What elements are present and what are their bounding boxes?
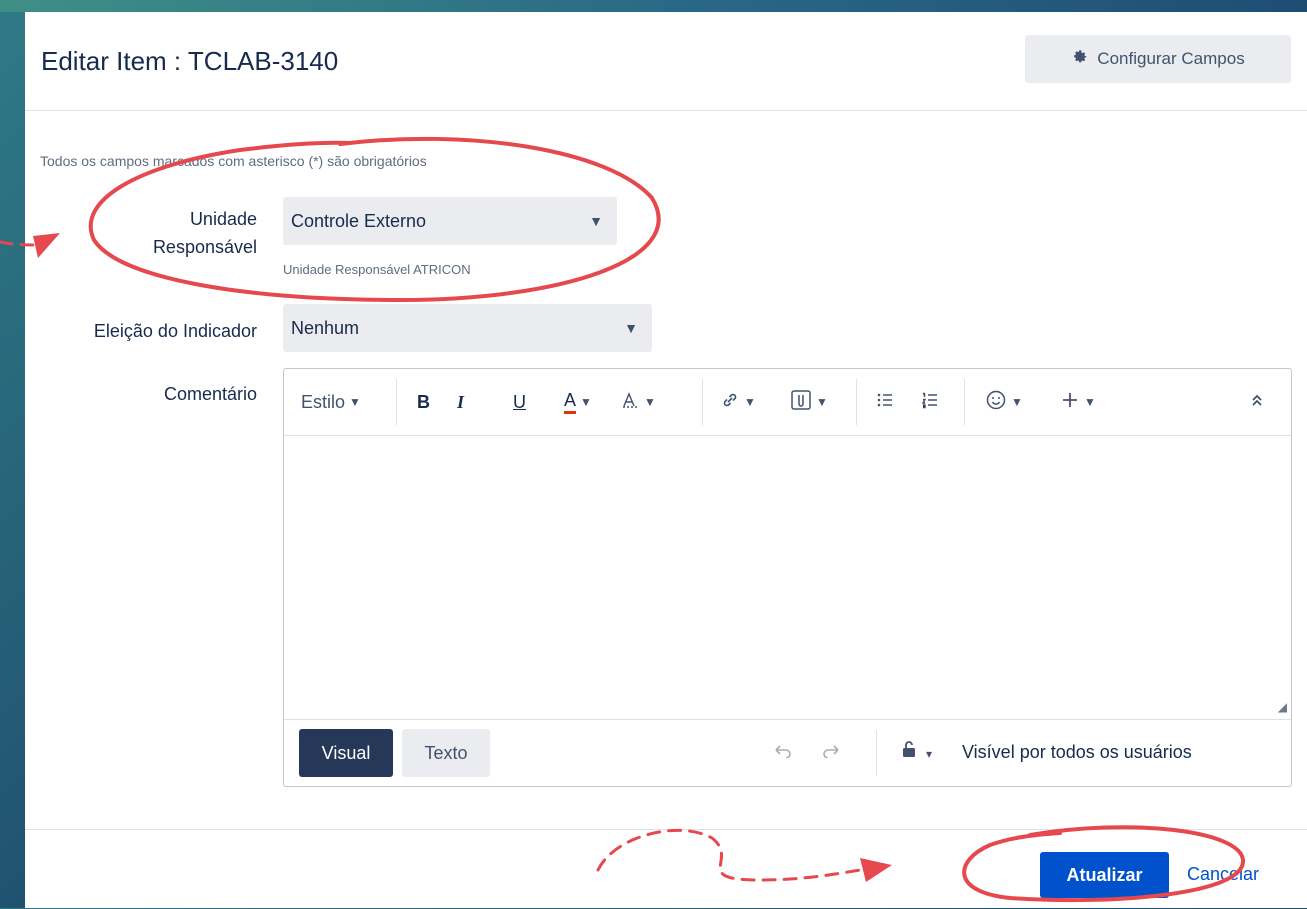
visibility-label: Visível por todos os usuários xyxy=(962,742,1192,762)
unidade-label-line2: Responsável xyxy=(152,237,257,257)
bullet-list-button[interactable] xyxy=(875,389,895,415)
chevron-down-icon: ▼ xyxy=(580,395,592,409)
numbered-list-button[interactable] xyxy=(920,389,940,415)
eleicao-label: Eleição do Indicador xyxy=(93,321,257,341)
chevron-double-up-icon xyxy=(1249,392,1265,413)
collapse-toolbar-button[interactable] xyxy=(1249,389,1265,415)
configure-fields-button[interactable]: Configurar Campos xyxy=(1025,35,1291,83)
underline-button[interactable]: U xyxy=(513,389,526,415)
undo-icon[interactable] xyxy=(774,742,792,763)
visual-mode-button[interactable]: Visual xyxy=(299,729,393,777)
dialog-title: Editar Item : TCLAB-3140 xyxy=(41,46,339,76)
background-banner xyxy=(0,0,1307,12)
style-dropdown[interactable]: Estilo ▼ xyxy=(301,389,361,415)
unidade-select[interactable]: Controle Externo ▼ xyxy=(283,197,617,245)
numbered-list-icon xyxy=(920,390,940,415)
configure-fields-label: Configurar Campos xyxy=(1097,49,1245,68)
dialog-footer: Atualizar Cancelar xyxy=(25,829,1307,909)
plus-icon xyxy=(1060,390,1080,415)
insert-more-dropdown[interactable]: ▼ xyxy=(1060,389,1096,415)
footer-divider xyxy=(876,730,877,776)
eleicao-select[interactable]: Nenhum ▼ xyxy=(283,304,652,352)
unidade-description: Unidade Responsável ATRICON xyxy=(283,262,471,277)
toolbar-divider xyxy=(702,379,703,425)
resize-handle-icon[interactable]: ◢ xyxy=(1278,700,1287,714)
chevron-down-icon: ▼ xyxy=(744,395,756,409)
chevron-down-icon: ▼ xyxy=(816,395,828,409)
emoji-icon xyxy=(985,389,1007,416)
gear-icon xyxy=(1071,48,1089,71)
text-color-button[interactable]: A ▼ xyxy=(564,389,592,415)
attachment-dropdown[interactable]: ▼ xyxy=(790,389,828,415)
toolbar-divider xyxy=(396,379,397,425)
text-format-dropdown[interactable]: ▼ xyxy=(620,389,656,415)
cancel-link[interactable]: Cancelar xyxy=(1187,864,1259,885)
unidade-label: Unidade Responsável xyxy=(105,205,257,261)
comment-editor: Estilo ▼ B I U A ▼ ▼ ▼ ▼ ▼ ▼ ◢ Visual Te… xyxy=(283,368,1292,787)
chevron-down-icon: ▾ xyxy=(926,747,933,761)
clear-format-icon xyxy=(620,390,640,415)
update-button[interactable]: Atualizar xyxy=(1040,852,1169,898)
dialog-header: Editar Item : TCLAB-3140 Configurar Camp… xyxy=(25,12,1307,111)
unidade-select-value: Controle Externo xyxy=(291,210,427,231)
attachment-icon xyxy=(790,389,812,416)
required-fields-note: Todos os campos marcados com asterisco (… xyxy=(40,153,427,169)
comentario-label: Comentário xyxy=(163,384,257,404)
text-mode-button[interactable]: Texto xyxy=(402,729,490,777)
chevron-down-icon: ▼ xyxy=(644,395,656,409)
eleicao-select-value: Nenhum xyxy=(291,317,360,338)
security-level-dropdown[interactable]: ▾ xyxy=(901,740,932,763)
text-color-label: A xyxy=(564,390,577,414)
chevron-down-icon: ▼ xyxy=(589,213,603,229)
unlock-icon xyxy=(901,741,922,762)
edit-issue-dialog: Editar Item : TCLAB-3140 Configurar Camp… xyxy=(25,12,1307,908)
bold-button[interactable]: B xyxy=(417,389,430,415)
unidade-label-line1: Unidade xyxy=(189,209,257,229)
chevron-down-icon: ▼ xyxy=(1084,395,1096,409)
toolbar-divider xyxy=(964,379,965,425)
redo-icon[interactable] xyxy=(822,742,840,763)
comment-textarea[interactable]: ◢ xyxy=(284,436,1291,718)
toolbar-divider xyxy=(856,379,857,425)
editor-footer: Visual Texto ▾ Visível por todos os usuá… xyxy=(284,719,1291,787)
chevron-down-icon: ▼ xyxy=(349,395,361,409)
editor-toolbar: Estilo ▼ B I U A ▼ ▼ ▼ ▼ ▼ ▼ xyxy=(284,369,1291,436)
emoji-dropdown[interactable]: ▼ xyxy=(985,389,1023,415)
link-icon xyxy=(720,390,740,415)
link-dropdown[interactable]: ▼ xyxy=(720,389,756,415)
italic-button[interactable]: I xyxy=(457,389,464,415)
bullet-list-icon xyxy=(875,390,895,415)
chevron-down-icon: ▼ xyxy=(624,320,638,336)
style-label: Estilo xyxy=(301,391,346,412)
chevron-down-icon: ▼ xyxy=(1011,395,1023,409)
